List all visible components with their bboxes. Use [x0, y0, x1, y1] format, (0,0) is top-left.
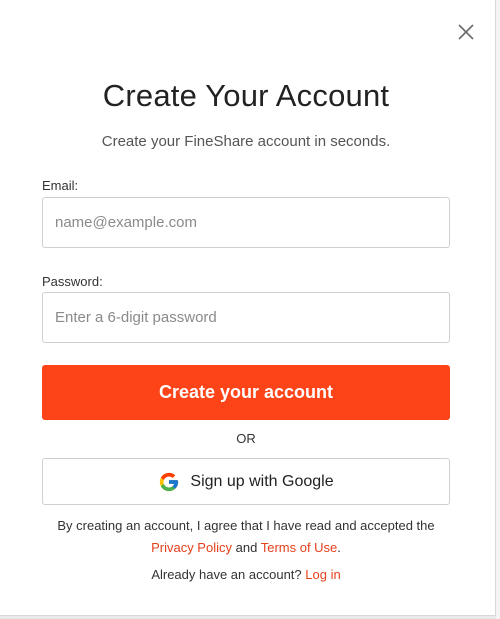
background-edge	[496, 0, 500, 619]
terms-text: By creating an account, I agree that I h…	[30, 515, 462, 559]
password-label: Password:	[42, 274, 103, 289]
close-button[interactable]	[456, 22, 476, 42]
signup-modal: Create Your Account Create your FineShar…	[0, 0, 496, 616]
or-divider: OR	[236, 431, 256, 446]
modal-subtitle: Create your FineShare account in seconds…	[101, 133, 391, 150]
google-logo-icon	[160, 472, 179, 491]
close-icon	[458, 24, 474, 40]
login-prompt-line: Already have an account? Log in	[0, 567, 492, 582]
create-account-button[interactable]: Create your account	[42, 365, 450, 420]
terms-of-use-link[interactable]: Terms of Use	[261, 540, 338, 555]
login-prompt: Already have an account?	[151, 567, 302, 582]
terms-suffix: .	[337, 540, 341, 555]
terms-prefix: By creating an account, I agree that I h…	[57, 518, 435, 533]
email-label: Email:	[42, 178, 79, 193]
google-signup-button[interactable]: Sign up with Google	[42, 458, 450, 505]
login-link[interactable]: Log in	[305, 567, 340, 582]
email-input[interactable]	[42, 197, 450, 248]
google-signup-label: Sign up with Google	[190, 472, 334, 490]
password-input[interactable]	[42, 292, 450, 343]
terms-and: and	[235, 540, 258, 555]
modal-title: Create Your Account	[102, 78, 390, 113]
privacy-policy-link[interactable]: Privacy Policy	[151, 540, 232, 555]
